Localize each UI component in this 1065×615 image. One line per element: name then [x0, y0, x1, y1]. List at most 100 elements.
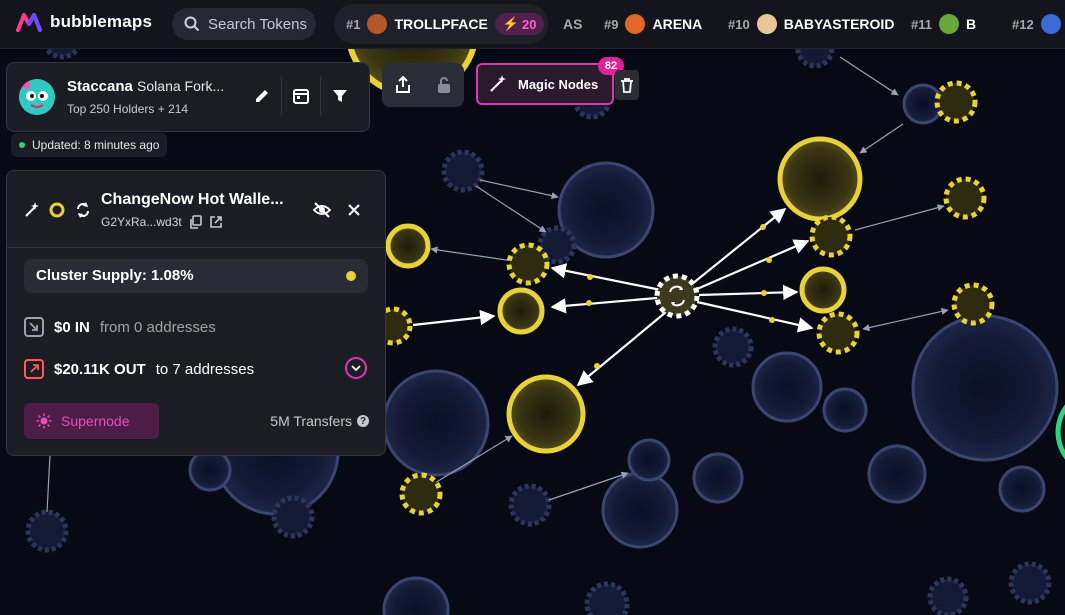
ticker-name: AS [563, 16, 583, 32]
copy-icon[interactable] [189, 215, 202, 229]
share-lock-group [382, 63, 464, 107]
holder-node[interactable] [441, 149, 485, 193]
holder-node[interactable] [25, 509, 69, 553]
boost-count: 20 [522, 16, 537, 32]
search-input[interactable]: Search Tokens [172, 8, 316, 40]
node-detail-panel: ChangeNow Hot Walle... G2YxRa...wd3t Clu… [6, 170, 386, 456]
holder-node[interactable] [1008, 561, 1052, 605]
pencil-icon [256, 90, 268, 102]
holder-node[interactable] [584, 581, 630, 615]
cluster-node[interactable] [809, 214, 853, 258]
trending-ticker: #1 TROLLPFACE ⚡ 20 AS #9 ARENA #10 BABYAS… [334, 4, 1065, 44]
cluster-node[interactable] [951, 282, 995, 326]
holder-node[interactable] [712, 326, 754, 368]
holder-node[interactable] [911, 314, 1059, 462]
map-subtitle: Top 250 Holders + 214 [67, 102, 189, 116]
magic-wand-icon [25, 202, 39, 217]
cluster-node[interactable] [777, 136, 863, 222]
node-address: G2YxRa...wd3t [101, 215, 182, 229]
ticker-name: B [965, 16, 977, 32]
inflow-sources: from 0 addresses [99, 318, 216, 336]
boost-badge: ⚡ 20 [494, 13, 545, 35]
exchange-icon [77, 202, 89, 218]
magic-nodes-button[interactable]: Magic Nodes [476, 63, 614, 105]
cluster-node[interactable] [497, 287, 545, 335]
map-toolbar [243, 77, 359, 115]
cluster-node[interactable] [506, 242, 550, 286]
external-link-icon[interactable] [209, 215, 223, 229]
holder-node[interactable] [867, 444, 927, 504]
ticker-name: TROLLPFACE [394, 16, 488, 32]
holder-node[interactable] [927, 576, 969, 615]
sun-icon [36, 413, 52, 429]
token-avatar [938, 14, 959, 34]
holder-node[interactable] [382, 369, 490, 477]
highlight-node[interactable] [1055, 390, 1065, 474]
ticker-item-arena[interactable]: #9 ARENA [604, 4, 702, 44]
holder-node[interactable] [188, 448, 232, 492]
date-range-button[interactable] [281, 77, 320, 115]
holder-node[interactable] [751, 351, 823, 423]
updated-status: Updated: 8 minutes ago [11, 133, 168, 157]
holder-node[interactable] [822, 387, 868, 433]
trash-icon [621, 78, 633, 93]
help-icon[interactable]: ? [357, 415, 369, 427]
node-header: ChangeNow Hot Walle... G2YxRa...wd3t [7, 171, 385, 248]
holder-node[interactable] [998, 465, 1046, 513]
cluster-node[interactable] [934, 80, 978, 124]
cluster-node[interactable] [399, 472, 443, 516]
ticker-item-trollpface[interactable]: #1 TROLLPFACE ⚡ 20 [346, 4, 545, 44]
chevron-down-icon [351, 365, 361, 372]
cluster-node[interactable] [385, 223, 431, 269]
outflow-amount: $20.11K OUT [54, 360, 146, 378]
ticker-item-as[interactable]: AS [563, 4, 582, 44]
ticker-item-a[interactable]: #12 A [1012, 4, 1065, 44]
ticker-name: ARENA [652, 16, 703, 32]
edit-button[interactable] [243, 77, 281, 115]
search-placeholder: Search Tokens [208, 15, 307, 33]
magic-nodes-label: Magic Nodes [518, 76, 599, 92]
filter-button[interactable] [320, 77, 359, 115]
cluster-supply[interactable]: Cluster Supply: 1.08% [24, 259, 368, 293]
hub-node[interactable] [654, 273, 700, 319]
eye-off-icon[interactable] [312, 201, 332, 219]
cluster-node[interactable] [799, 266, 847, 314]
token-face-icon [19, 79, 55, 115]
status-dot [19, 142, 25, 148]
outflow-icon [24, 359, 44, 379]
map-title: Staccana Solana Fork... [67, 78, 224, 95]
token-name: Staccana [67, 78, 133, 95]
cluster-color-dot [346, 271, 356, 281]
holder-node[interactable] [382, 576, 450, 615]
inflow-row: $0 IN from 0 addresses [24, 315, 216, 339]
ticker-rank: #10 [728, 16, 750, 32]
delete-button[interactable] [615, 70, 639, 100]
share-icon[interactable] [394, 75, 412, 95]
node-address-row: G2YxRa...wd3t [101, 215, 223, 229]
transfers-text: 5M Transfers [270, 413, 352, 429]
close-icon[interactable] [347, 203, 361, 217]
ticker-rank: #11 [911, 16, 932, 32]
brand-logo[interactable]: bubblemaps [16, 12, 152, 32]
cluster-node[interactable] [816, 311, 860, 355]
cluster-node[interactable] [943, 176, 987, 220]
calendar-icon [293, 89, 309, 104]
outflow-row[interactable]: $20.11K OUT to 7 addresses [24, 357, 254, 381]
ticker-item-babyasteroid[interactable]: #10 BABYASTEROID [728, 4, 894, 44]
inflow-icon [24, 317, 44, 337]
ticker-item-b[interactable]: #11 B [911, 4, 976, 44]
supernode-button[interactable]: Supernode [24, 403, 159, 439]
updated-text: Updated: 8 minutes ago [32, 138, 160, 152]
holder-node[interactable] [601, 471, 679, 549]
top-bar: bubblemaps Search Tokens #1 TROLLPFACE ⚡… [0, 0, 1065, 49]
cluster-color-icon [49, 202, 65, 218]
holder-node[interactable] [508, 483, 552, 527]
holder-node[interactable] [692, 452, 744, 504]
ticker-name: BABYASTEROID [783, 16, 895, 32]
expand-outflow-button[interactable] [345, 357, 367, 379]
cluster-node[interactable] [506, 374, 586, 454]
filter-icon [333, 90, 347, 102]
lock-icon[interactable] [436, 75, 452, 95]
holder-node[interactable] [271, 495, 315, 539]
holder-node[interactable] [627, 438, 671, 482]
